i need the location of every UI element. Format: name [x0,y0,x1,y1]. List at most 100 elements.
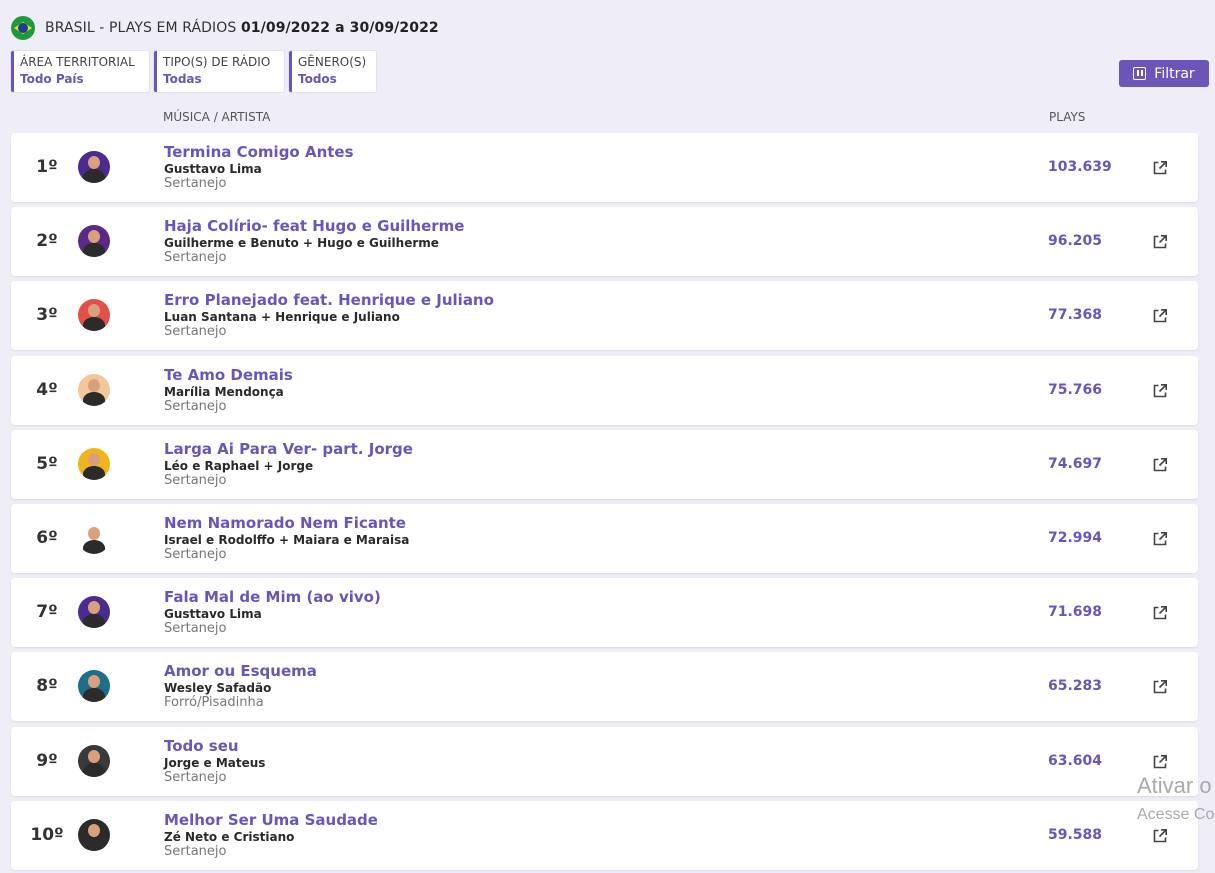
song-title-link[interactable]: Amor ou Esquema [164,662,317,680]
artist-name: Israel e Rodolffo + Maiara e Maraisa [164,532,410,547]
genre-label: Sertanejo [164,546,227,562]
artist-name: Léo e Raphael + Jorge [164,458,314,473]
genre-label: Sertanejo [164,398,227,414]
artist-name: Jorge e Mateus [164,755,266,770]
ranking-row[interactable]: 4º Te Amo Demais Marília Mendonça Sertanejo… [11,355,1198,425]
rank-number: 8º [36,676,58,697]
ranking-row[interactable]: 9º Todo seu Jorge e Mateus Sertanejo 63.604 [11,726,1198,796]
rank-number: 5º [36,453,58,474]
song-title-link[interactable]: Todo seu [164,737,239,755]
song-title-link[interactable]: Haja Colírio- feat Hugo e Guilherme [164,217,464,235]
ranking-row[interactable]: 6º Nem Namorado Nem Ficante Israel e Rodol… [11,503,1198,573]
artist-avatar [78,373,110,406]
artist-avatar [78,447,110,480]
song-title-link[interactable]: Nem Namorado Nem Ficante [164,514,406,532]
artist-avatar [78,596,110,629]
filter-chip-label: GÊNERO(S) [298,55,367,69]
plays-count: 96.205 [1048,233,1103,250]
date-range: 01/09/2022 a 30/09/2022 [240,20,439,36]
external-link-icon[interactable] [1152,754,1168,770]
filter-chip-label: ÁREA TERRITORIAL [20,55,135,69]
filter-chip-radio-type[interactable]: TIPO(S) DE RÁDIO Todas [154,51,284,92]
rank-number: 3º [36,305,58,326]
artist-name: Luan Santana + Henrique e Juliano [164,310,400,325]
external-link-icon[interactable] [1152,531,1168,547]
genre-label: Sertanejo [164,176,227,191]
plays-count: 65.283 [1048,678,1103,695]
ranking-row[interactable]: 3º Erro Planejado feat. Henrique e Julian… [11,281,1198,351]
windows-activation-watermark: Ativar o [1137,773,1212,798]
genre-label: Sertanejo [164,621,227,637]
artist-avatar [78,818,110,851]
filter-chip-genre[interactable]: GÊNERO(S) Todos [289,51,376,92]
artist-name: Gusttavo Lima [164,607,262,622]
filter-chip-territorial-area[interactable]: ÁREA TERRITORIAL Todo País [11,51,149,92]
external-link-icon[interactable] [1152,160,1168,176]
brazil-flag-icon [11,16,35,40]
external-link-icon[interactable] [1152,828,1168,844]
song-title-link[interactable]: Te Amo Demais [164,366,293,384]
external-link-icon[interactable] [1152,679,1168,695]
filter-chip-label: TIPO(S) DE RÁDIO [163,55,271,69]
ranking-row[interactable]: 2º Haja Colírio- feat Hugo e Guilherme Gui… [11,207,1198,277]
ranking-row[interactable]: 5º Larga Ai Para Ver- part. Jorge Léo e Ra… [11,429,1198,499]
page-header: BRASIL - PLAYS EM RÁDIOS 01/09/2022 a 30… [11,15,439,41]
ranking-list: 1º Termina Comigo Antes Gusttavo Lima Serta… [11,133,1198,873]
artist-avatar [78,744,110,777]
artist-avatar [78,299,110,332]
song-title-link[interactable]: Melhor Ser Uma Saudade [164,811,378,829]
column-header-plays: PLAYS [1049,110,1086,124]
filter-chip-value: Todas [163,72,202,86]
artist-avatar [78,225,110,258]
ranking-row[interactable]: 8º Amor ou Esquema Wesley Safadão Forró/Pis… [11,652,1198,722]
genre-label: Sertanejo [164,843,227,859]
genre-label: Sertanejo [164,250,227,266]
plays-count: 63.604 [1048,752,1103,769]
external-link-icon[interactable] [1152,383,1168,399]
plays-count: 103.639 [1048,159,1112,175]
rank-number: 6º [36,527,58,548]
genre-label: Sertanejo [164,769,227,785]
filter-button[interactable]: Filtrar [1119,60,1209,87]
rank-number: 10º [30,824,64,845]
plays-count: 77.368 [1048,307,1103,324]
rank-number: 7º [36,602,58,623]
rank-number: 4º [36,379,58,400]
ranking-row[interactable]: 10º Melhor Ser Uma Saudade Zé Neto e Crist… [11,800,1198,870]
column-header-music: MÚSICA / ARTISTA [163,110,271,124]
filter-chip-value: Todo País [20,72,84,86]
plays-count: 59.588 [1048,826,1103,843]
ranking-row[interactable]: 1º Termina Comigo Antes Gusttavo Lima Serta… [11,133,1198,202]
song-title-link[interactable]: Larga Ai Para Ver- part. Jorge [164,440,413,458]
ranking-row[interactable]: 7º Fala Mal de Mim (ao vivo) Gusttavo Lima… [11,578,1198,648]
plays-count: 71.698 [1048,604,1103,621]
rank-number: 9º [36,750,58,771]
page-title: BRASIL - PLAYS EM RÁDIOS 01/09/2022 a 30… [45,20,439,36]
filter-button-label: Filtrar [1154,65,1195,82]
external-link-icon[interactable] [1152,605,1168,621]
artist-name: Guilherme e Benuto + Hugo e Guilherme [164,236,439,251]
artist-name: Marília Mendonça [164,384,284,399]
artist-avatar [78,670,110,703]
song-title-link[interactable]: Termina Comigo Antes [164,143,354,161]
windows-activation-watermark-sub: Acesse Co [1137,806,1215,823]
genre-label: Sertanejo [164,472,227,488]
filter-sliders-icon [1133,67,1147,80]
genre-label: Sertanejo [164,324,227,340]
rank-number: 2º [36,231,58,252]
external-link-icon[interactable] [1152,234,1168,250]
plays-count: 74.697 [1048,455,1103,472]
artist-name: Zé Neto e Cristiano [164,829,295,844]
external-link-icon[interactable] [1152,308,1168,324]
genre-label: Forró/Pisadinha [164,695,264,711]
artist-avatar [78,521,110,554]
filter-chip-value: Todos [298,72,337,86]
filter-chips: ÁREA TERRITORIAL Todo País TIPO(S) DE RÁ… [11,51,381,92]
plays-count: 72.994 [1048,529,1103,546]
artist-name: Wesley Safadão [164,681,272,696]
title-label: BRASIL - PLAYS EM RÁDIOS [45,20,237,36]
song-title-link[interactable]: Fala Mal de Mim (ao vivo) [164,588,381,606]
song-title-link[interactable]: Erro Planejado feat. Henrique e Juliano [164,291,494,309]
external-link-icon[interactable] [1152,457,1168,473]
artist-avatar [78,151,110,183]
